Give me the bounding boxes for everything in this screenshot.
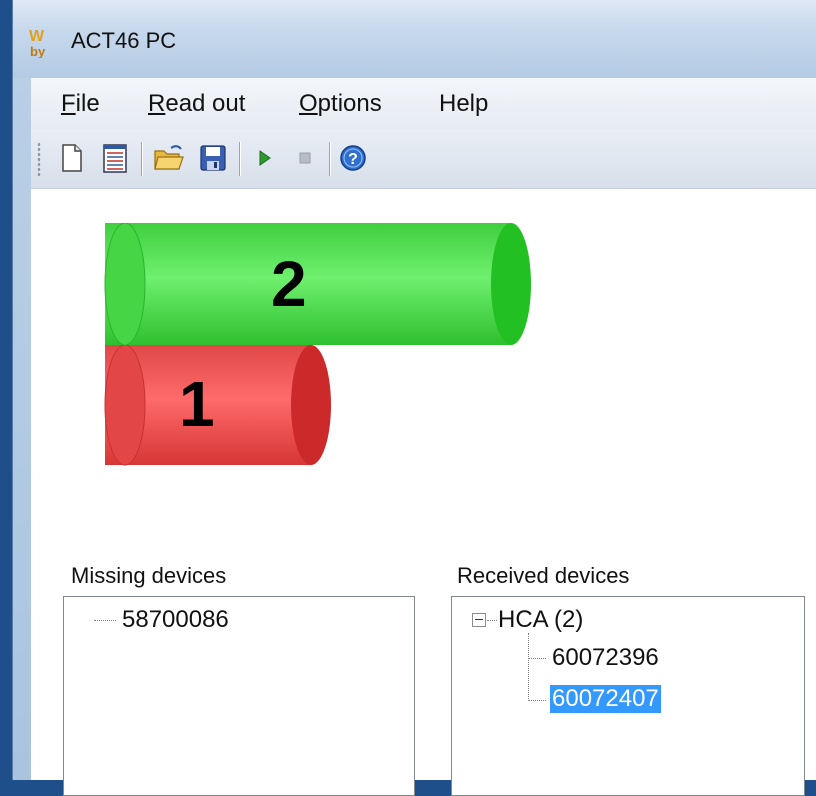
svg-text:W: W: [29, 28, 45, 45]
tree-connector: [528, 633, 529, 701]
app-logo-icon: W by: [29, 28, 46, 58]
menu-bar: File Read out Options Help: [31, 78, 816, 130]
stop-icon[interactable]: [289, 142, 321, 174]
menu-file-rest: ile: [75, 90, 100, 117]
play-icon[interactable]: [249, 142, 281, 174]
menu-read-out-accel: R: [148, 90, 166, 117]
received-devices-label: Received devices: [457, 563, 630, 588]
received-device-item[interactable]: 60072396: [552, 644, 659, 672]
toolbar-separator: [239, 142, 240, 176]
collapse-icon[interactable]: [472, 613, 486, 627]
client-area: File Read out Options Help ? 2 1 Missing…: [31, 78, 816, 796]
new-document-icon[interactable]: [55, 142, 87, 174]
list-view-icon[interactable]: [99, 142, 131, 174]
tree-connector: [94, 620, 116, 621]
missing-devices-label: Missing devices: [71, 563, 227, 588]
menu-options-accel: O: [299, 90, 318, 117]
received-devices-tree[interactable]: HCA (2) 60072396 60072407: [451, 596, 805, 796]
tree-connector: [487, 620, 497, 621]
cylinder-2-label: 2: [271, 248, 307, 320]
tree-connector: [528, 658, 546, 659]
toolbar-separator: [141, 142, 142, 176]
toolbar-grip[interactable]: [37, 142, 41, 176]
title-bar[interactable]: W by ACT46 PC: [13, 0, 816, 78]
tree-group-hca[interactable]: HCA (2): [498, 606, 583, 634]
menu-file-accel: F: [61, 90, 76, 117]
toolbar-separator: [329, 142, 330, 176]
menu-help-label: Help: [439, 90, 489, 117]
missing-devices-tree[interactable]: 58700086: [63, 596, 415, 796]
window-title: ACT46 PC: [71, 28, 177, 53]
toolbar: ?: [31, 130, 816, 189]
app-window: W by ACT46 PC File Read out Options Help: [12, 0, 816, 796]
missing-device-item[interactable]: 58700086: [122, 606, 229, 634]
menu-options-rest: ptions: [317, 90, 382, 117]
cylinder-1[interactable]: [104, 344, 331, 466]
save-icon[interactable]: [197, 142, 229, 174]
svg-text:by: by: [30, 44, 46, 58]
open-folder-icon[interactable]: [153, 142, 185, 174]
svg-text:?: ?: [348, 151, 358, 168]
menu-options[interactable]: Options: [299, 90, 382, 118]
cylinder-1-label: 1: [179, 368, 215, 440]
cylinder-graphic: [104, 223, 531, 466]
help-icon[interactable]: ?: [337, 142, 369, 174]
cylinder-2[interactable]: [104, 223, 531, 346]
menu-read-out[interactable]: Read out: [148, 90, 245, 118]
menu-help[interactable]: Help: [439, 90, 488, 118]
received-device-item-selected[interactable]: 60072407: [550, 685, 661, 713]
menu-file[interactable]: File: [61, 90, 100, 118]
cylinder-view: 2 1: [31, 189, 816, 529]
menu-read-out-rest: ead out: [165, 90, 246, 117]
tree-connector: [528, 700, 546, 701]
